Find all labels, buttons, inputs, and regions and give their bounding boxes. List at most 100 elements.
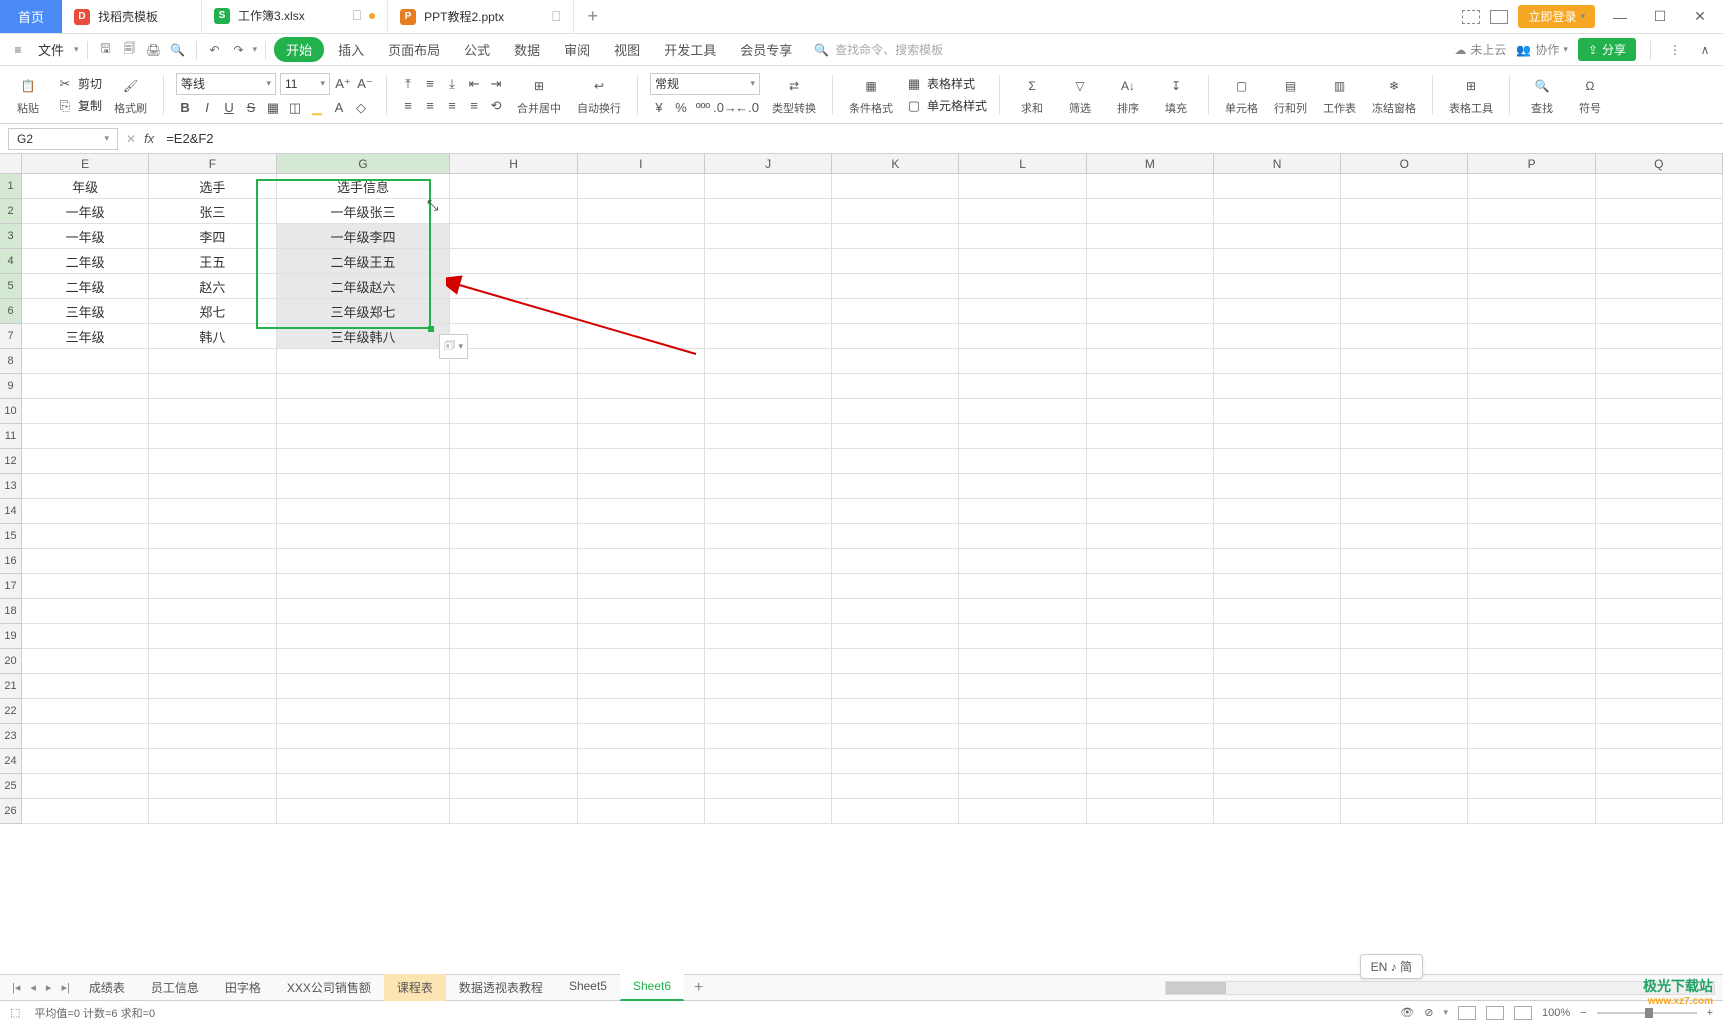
cell[interactable]: 年级 [22,174,149,199]
cell[interactable] [959,599,1086,624]
orientation-icon[interactable]: ⟲ [487,97,505,115]
cell[interactable] [277,749,451,774]
row-header[interactable]: 13 [0,474,22,499]
cell[interactable] [959,749,1086,774]
cell[interactable] [1468,624,1595,649]
cell[interactable] [149,449,276,474]
sheet-tab[interactable]: Sheet5 [556,974,620,1001]
cell[interactable] [1596,224,1723,249]
cell[interactable] [705,449,832,474]
cell[interactable] [705,274,832,299]
row-header[interactable]: 25 [0,774,22,799]
cell[interactable] [1214,174,1341,199]
cell[interactable] [578,349,705,374]
cell[interactable] [1341,249,1468,274]
sort-button[interactable]: A↓排序 [1108,66,1148,123]
cell[interactable] [450,199,577,224]
cell[interactable] [149,549,276,574]
menu-formula[interactable]: 公式 [454,40,500,59]
window-layout-icon[interactable] [1462,10,1480,24]
close-icon[interactable]: ⎕ [552,8,560,25]
cell[interactable] [1341,499,1468,524]
cell[interactable] [1214,549,1341,574]
cell[interactable] [1596,799,1723,824]
cell[interactable] [1596,249,1723,274]
cell[interactable] [578,749,705,774]
cell[interactable] [705,224,832,249]
cell[interactable] [1468,274,1595,299]
cell[interactable] [277,524,451,549]
cell[interactable] [1596,699,1723,724]
cell[interactable] [1468,449,1595,474]
cell[interactable] [1214,299,1341,324]
cell[interactable] [1341,349,1468,374]
align-justify-icon[interactable]: ≡ [465,97,483,115]
cell[interactable] [22,749,149,774]
cell[interactable] [1596,399,1723,424]
cell[interactable] [959,374,1086,399]
menu-devtools[interactable]: 开发工具 [654,40,726,59]
cell[interactable]: 赵六 [149,274,276,299]
cell[interactable] [1087,474,1214,499]
cell[interactable] [959,674,1086,699]
cell[interactable] [1468,499,1595,524]
cell[interactable] [578,549,705,574]
cell[interactable] [832,274,959,299]
cell-fill-icon[interactable]: ◫ [286,99,304,117]
cell[interactable] [705,674,832,699]
cell[interactable] [832,624,959,649]
col-header[interactable]: F [149,154,276,174]
cell[interactable] [705,524,832,549]
zoom-slider[interactable] [1597,1012,1697,1014]
cell[interactable] [1214,374,1341,399]
row-header[interactable]: 26 [0,799,22,824]
cell[interactable] [705,774,832,799]
zoom-level[interactable]: 100% [1542,1007,1570,1019]
row-header[interactable]: 7 [0,324,22,349]
cell[interactable] [578,224,705,249]
conditional-format-button[interactable]: ▦条件格式 [845,66,897,123]
cell[interactable] [1596,774,1723,799]
cell[interactable] [1087,274,1214,299]
cell[interactable] [1596,324,1723,349]
cell[interactable] [705,749,832,774]
cell[interactable] [22,524,149,549]
cell[interactable] [1468,674,1595,699]
cell[interactable] [1341,299,1468,324]
cell[interactable] [705,549,832,574]
cell[interactable] [705,624,832,649]
cell[interactable]: 一年级李四 [277,224,451,249]
cell[interactable] [959,324,1086,349]
clear-format-icon[interactable]: ◇ [352,99,370,117]
cell[interactable] [578,324,705,349]
scissors-icon[interactable]: ✂ [56,75,74,93]
row-header[interactable]: 5 [0,274,22,299]
merge-center-button[interactable]: ⊞合并居中 [513,66,565,123]
cell[interactable] [578,799,705,824]
cell[interactable] [832,574,959,599]
cell[interactable] [1087,299,1214,324]
cell[interactable] [832,199,959,224]
page-layout-view-icon[interactable] [1486,1006,1504,1020]
cell[interactable] [1214,274,1341,299]
cell[interactable] [832,749,959,774]
cell[interactable] [1341,649,1468,674]
more-menu-icon[interactable]: ⋮ [1665,40,1685,60]
copy-icon[interactable]: ⎘ [56,97,74,115]
cell[interactable] [277,499,451,524]
cell[interactable] [959,399,1086,424]
cell[interactable] [22,774,149,799]
cell[interactable] [277,549,451,574]
cell[interactable] [277,649,451,674]
cell[interactable] [149,674,276,699]
cell[interactable]: 二年级王五 [277,249,451,274]
cell[interactable] [1214,499,1341,524]
cell[interactable] [450,224,577,249]
filter-button[interactable]: ▽筛选 [1060,66,1100,123]
cell[interactable] [578,674,705,699]
cell[interactable]: 一年级张三 [277,199,451,224]
cell[interactable] [450,524,577,549]
cell[interactable]: 三年级 [22,324,149,349]
cell[interactable] [959,274,1086,299]
cell[interactable] [1468,774,1595,799]
